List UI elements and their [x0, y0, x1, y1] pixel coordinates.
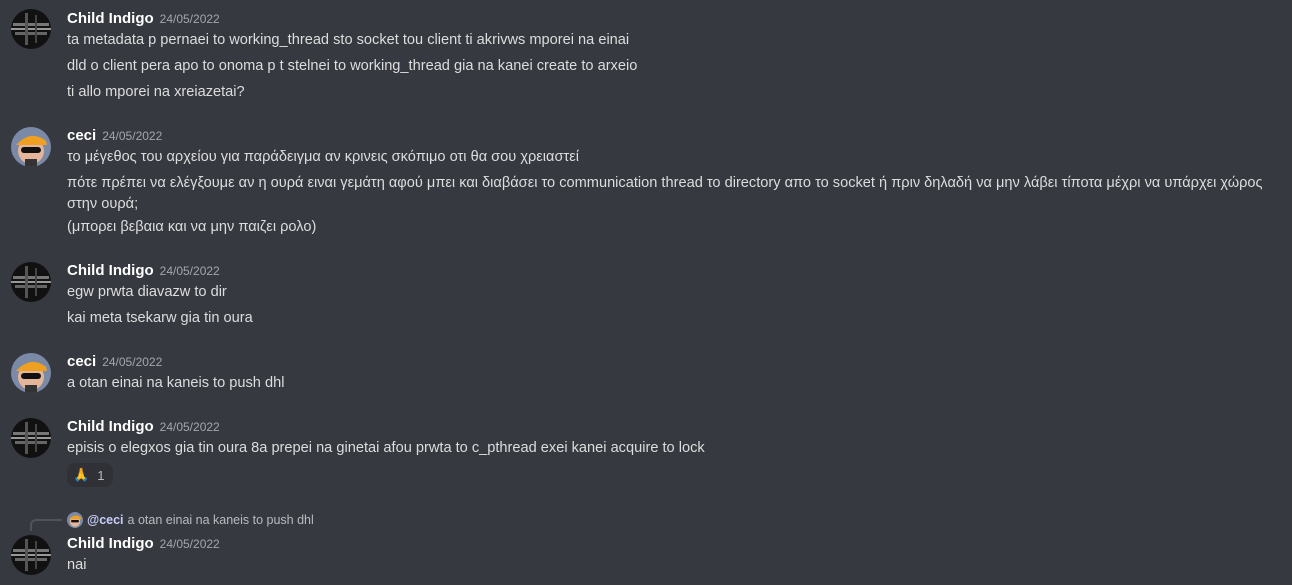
- avatar: [67, 512, 83, 528]
- message-text: a otan einai na kaneis to push dhl: [67, 375, 285, 391]
- message-header: Child Indigo 24/05/2022: [67, 262, 220, 280]
- message-text: ta metadata p pernaei to working_thread …: [67, 32, 630, 48]
- message-text: πότε πρέπει να ελέγξουμε αν η ουρά ειναι…: [67, 175, 1263, 212]
- dark-noise-avatar-icon: [11, 262, 51, 302]
- reaction-count: 1: [97, 467, 105, 483]
- timestamp: 24/05/2022: [159, 420, 220, 434]
- dark-noise-avatar-icon: [11, 418, 51, 458]
- message-text: episis o elegxos gia tin oura 8a prepei …: [67, 440, 705, 456]
- orange-hat-sunglasses-avatar-icon: [11, 353, 51, 393]
- message-header: Child Indigo 24/05/2022: [67, 535, 220, 553]
- orange-hat-sunglasses-avatar-icon: [11, 127, 51, 167]
- message-header: Child Indigo 24/05/2022: [67, 418, 220, 436]
- timestamp: 24/05/2022: [159, 537, 220, 551]
- timestamp: 24/05/2022: [102, 129, 163, 143]
- reaction-button[interactable]: 🙏 1: [67, 463, 113, 487]
- reply-connector: [30, 519, 62, 531]
- orange-hat-sunglasses-avatar-icon: [67, 512, 83, 528]
- username[interactable]: Child Indigo: [67, 535, 154, 552]
- avatar[interactable]: [11, 353, 51, 393]
- timestamp: 24/05/2022: [102, 355, 163, 369]
- message-text: (μπορει βεβαια και να μην παιζει ρολο): [67, 219, 317, 235]
- pray-emoji-icon: 🙏: [73, 467, 90, 482]
- timestamp: 24/05/2022: [159, 264, 220, 278]
- reply-mention[interactable]: @ceci: [87, 513, 124, 527]
- reply-text: a otan einai na kaneis to push dhl: [127, 513, 314, 527]
- username[interactable]: ceci: [67, 353, 96, 370]
- timestamp: 24/05/2022: [159, 12, 220, 26]
- message-text: ti allo mporei na xreiazetai?: [67, 84, 245, 100]
- avatar[interactable]: [11, 535, 51, 575]
- avatar[interactable]: [11, 262, 51, 302]
- username[interactable]: Child Indigo: [67, 10, 154, 27]
- dark-noise-avatar-icon: [11, 535, 51, 575]
- message-header: ceci 24/05/2022: [67, 127, 162, 145]
- message-header: Child Indigo 24/05/2022: [67, 10, 220, 28]
- avatar[interactable]: [11, 9, 51, 49]
- avatar[interactable]: [11, 418, 51, 458]
- avatar[interactable]: [11, 127, 51, 167]
- username[interactable]: ceci: [67, 127, 96, 144]
- reply-preview[interactable]: @ceci a otan einai na kaneis to push dhl: [67, 512, 314, 528]
- username[interactable]: Child Indigo: [67, 262, 154, 279]
- dark-noise-avatar-icon: [11, 9, 51, 49]
- message-text: nai: [67, 557, 87, 573]
- message-text: dld o client pera apo to onoma p t steln…: [67, 58, 638, 74]
- username[interactable]: Child Indigo: [67, 418, 154, 435]
- message-text: egw prwta diavazw to dir: [67, 284, 227, 300]
- message-text: kai meta tsekarw gia tin oura: [67, 310, 253, 326]
- message-text: το μέγεθος του αρχείου για παράδειγμα αν…: [67, 149, 580, 165]
- message-header: ceci 24/05/2022: [67, 353, 162, 371]
